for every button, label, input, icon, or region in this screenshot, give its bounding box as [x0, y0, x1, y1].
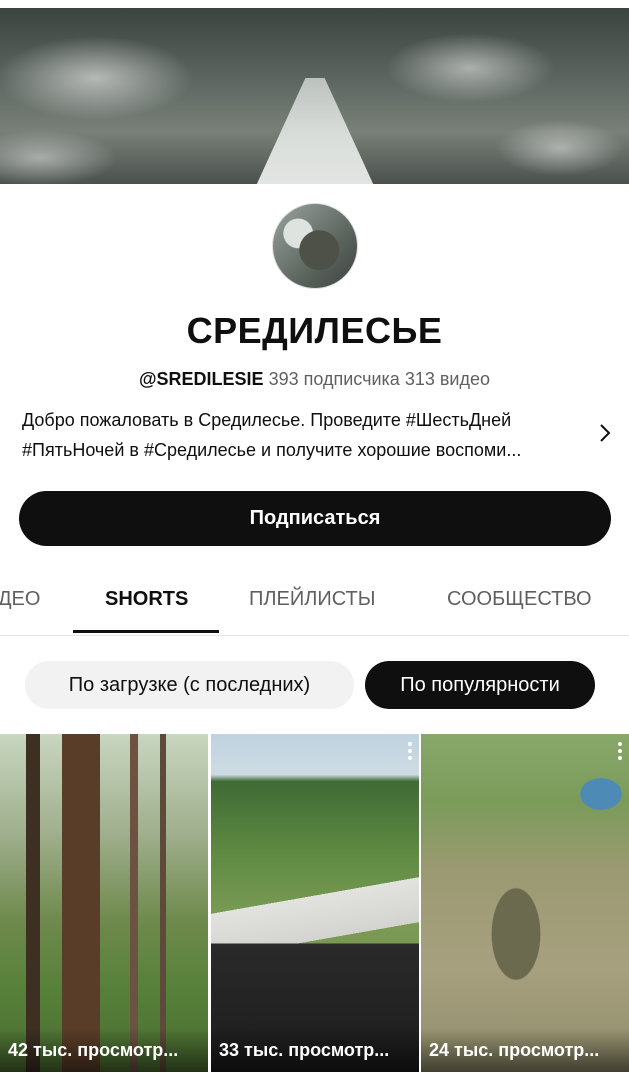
- banner-forest-path: [255, 78, 375, 184]
- tab-community[interactable]: СООБЩЕСТВО: [447, 588, 592, 611]
- channel-banner: [0, 8, 629, 184]
- tab-playlists[interactable]: ПЛЕЙЛИСТЫ: [249, 588, 375, 611]
- subscribe-button[interactable]: Подписаться: [19, 491, 611, 546]
- short-card[interactable]: 24 тыс. просмотр...: [421, 734, 629, 1072]
- short-views: 42 тыс. просмотр...: [0, 1028, 208, 1072]
- channel-avatar[interactable]: [272, 203, 358, 289]
- sort-chip-latest[interactable]: По загрузке (с последних): [25, 661, 354, 709]
- tab-videos[interactable]: ДЕО: [0, 588, 40, 611]
- sort-chip-popular[interactable]: По популярности: [365, 661, 595, 709]
- short-card[interactable]: 42 тыс. просмотр...: [0, 734, 208, 1072]
- short-thumbnail: [0, 734, 208, 1072]
- video-count: 313 видео: [404, 369, 490, 389]
- shorts-grid: 42 тыс. просмотр... 33 тыс. просмотр... …: [0, 734, 629, 1072]
- channel-handle: @SREDILESIE: [138, 369, 264, 389]
- channel-description[interactable]: Добро пожаловать в Средилесье. Проведите…: [22, 405, 582, 465]
- short-views: 33 тыс. просмотр...: [211, 1028, 419, 1072]
- description-line-1: Добро пожаловать в Средилесье. Проведите…: [22, 410, 512, 430]
- short-views: 24 тыс. просмотр...: [421, 1028, 629, 1072]
- channel-name: СРЕДИЛЕСЬЕ: [186, 310, 443, 351]
- subscriber-count: 393 подписчика: [268, 369, 400, 389]
- description-line-2: #ПятьНочей в #Средилесье и получите хоро…: [22, 440, 522, 460]
- more-vert-icon[interactable]: [617, 742, 623, 764]
- short-thumbnail: [421, 734, 629, 1072]
- tab-shorts[interactable]: SHORTS: [105, 588, 188, 611]
- channel-meta: @SREDILESIE 393 подписчика 313 видео: [0, 369, 629, 390]
- chevron-right-icon[interactable]: [594, 420, 616, 446]
- short-card[interactable]: 33 тыс. просмотр...: [211, 734, 419, 1072]
- active-tab-indicator: [73, 630, 219, 633]
- short-thumbnail: [211, 734, 419, 1072]
- channel-tabs: ДЕО SHORTS ПЛЕЙЛИСТЫ СООБЩЕСТВО: [0, 566, 629, 636]
- more-vert-icon[interactable]: [407, 742, 413, 764]
